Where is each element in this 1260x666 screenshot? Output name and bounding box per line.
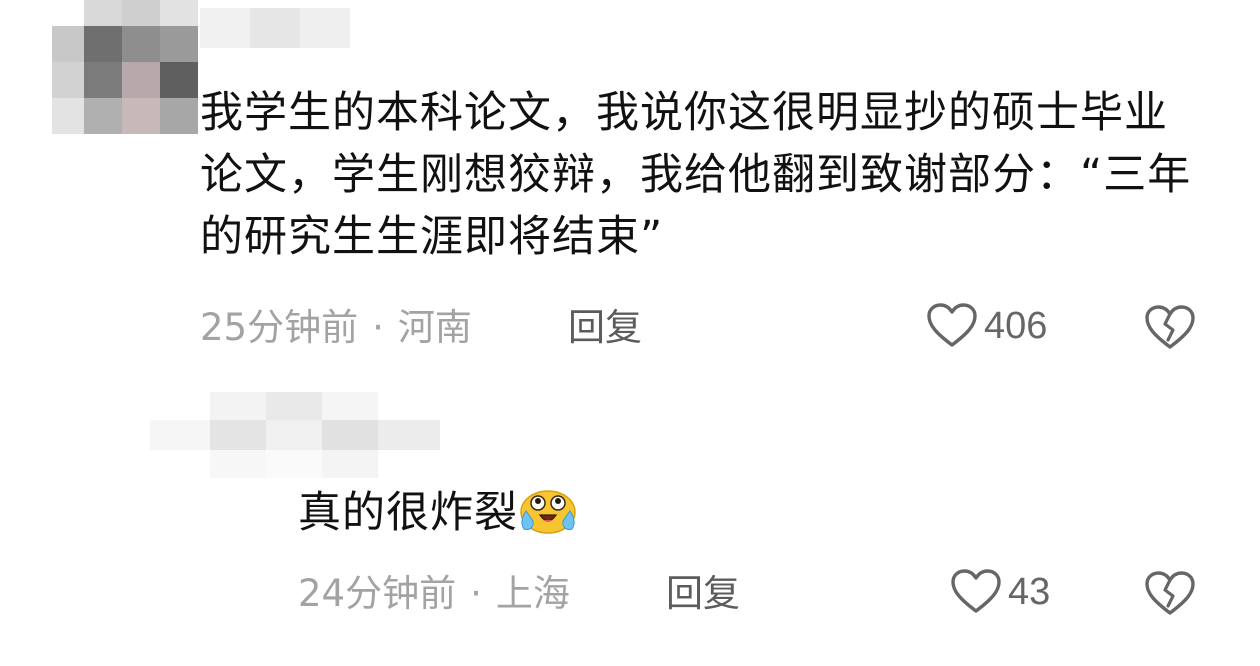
username-pixelated[interactable] bbox=[200, 0, 350, 60]
comment-time: 24分钟前 bbox=[298, 572, 457, 615]
reply-button[interactable]: 回复 bbox=[666, 572, 740, 616]
comment-meta: 25分钟前 · 河南 bbox=[200, 306, 472, 350]
heart-outline-icon bbox=[951, 569, 1001, 613]
username-pixelated[interactable] bbox=[150, 392, 440, 478]
comment-text: 真的很炸裂 bbox=[298, 488, 518, 538]
crying-face-emoji bbox=[520, 490, 576, 534]
comment-text: 我学生的本科论文，我说你这很明显抄的硕士毕业论文，学生刚想狡辩，我给他翻到致谢部… bbox=[200, 88, 1192, 262]
comment-meta: 24分钟前 · 上海 bbox=[298, 572, 570, 616]
like-button[interactable]: 406 bbox=[926, 302, 1047, 350]
broken-heart-icon[interactable] bbox=[1144, 304, 1196, 352]
comment-body: 真的很炸裂 bbox=[298, 482, 998, 544]
heart-outline-icon bbox=[927, 303, 977, 347]
comment-location: 上海 bbox=[495, 572, 570, 615]
broken-heart-icon[interactable] bbox=[1144, 570, 1196, 618]
comment-time: 25分钟前 bbox=[200, 306, 359, 349]
reply-button[interactable]: 回复 bbox=[568, 306, 642, 350]
meta-separator: · bbox=[372, 306, 384, 349]
meta-separator: · bbox=[470, 572, 482, 615]
like-count: 406 bbox=[984, 305, 1048, 347]
avatar-pixelated[interactable] bbox=[52, 0, 198, 134]
like-count: 43 bbox=[1008, 571, 1051, 613]
like-button[interactable]: 43 bbox=[950, 568, 1050, 616]
comment-location: 河南 bbox=[397, 306, 472, 349]
